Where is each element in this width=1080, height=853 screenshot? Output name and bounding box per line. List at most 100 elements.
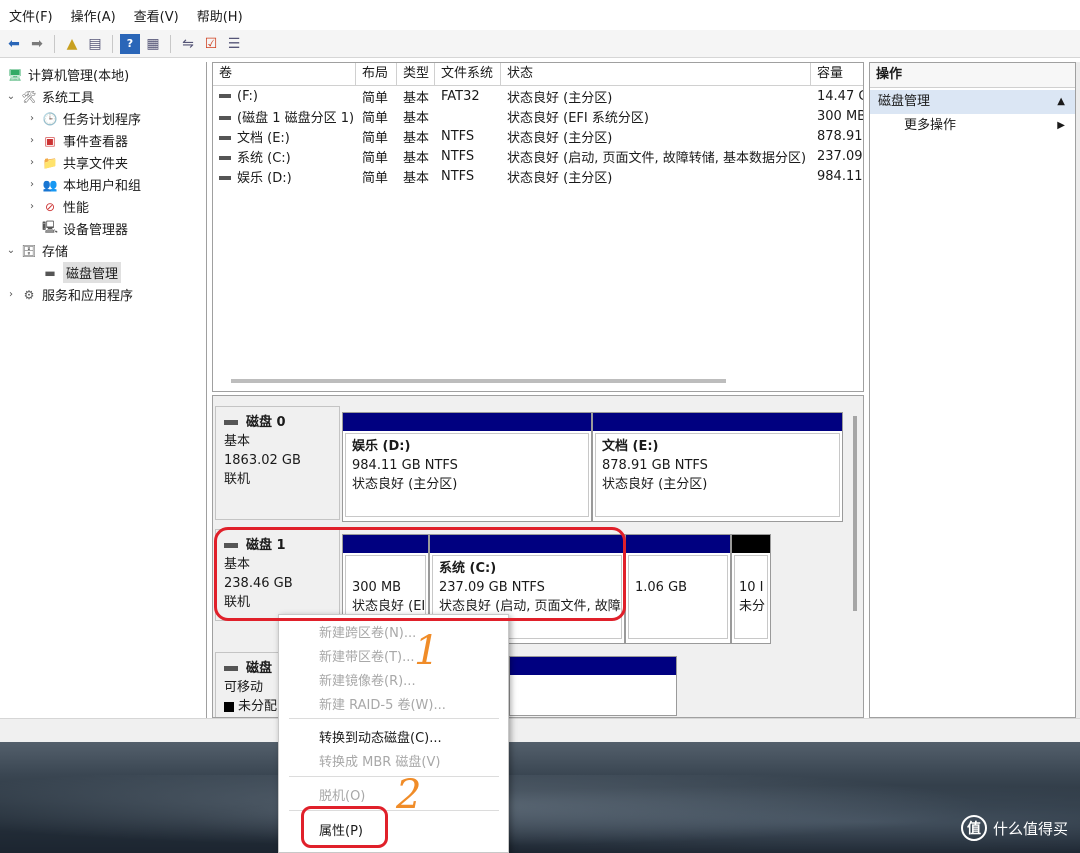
menu-item-new-striped[interactable]: 新建带区卷(T)... [319, 646, 414, 665]
disk-icon [224, 420, 238, 425]
chevron-down-icon[interactable]: ⌄ [4, 245, 18, 256]
chevron-right-icon[interactable]: › [4, 289, 18, 300]
watermark-logo: 值 [960, 815, 987, 841]
annotation-highlight-disk1 [214, 527, 626, 621]
tree-item-task-scheduler[interactable]: › 🕒 任务计划程序 [25, 108, 141, 129]
actions-header: 操作 [870, 63, 1075, 88]
partition-unallocated[interactable]: 10 I 未分 [731, 534, 771, 644]
checklist-icon[interactable]: ☑ [201, 34, 221, 54]
device-manager-icon: 🖳 [42, 220, 59, 234]
tree-item-shared-folders[interactable]: › 📁 共享文件夹 [25, 152, 128, 173]
back-icon[interactable]: ⬅ [4, 34, 24, 54]
vertical-scrollbar[interactable] [853, 416, 857, 611]
partition-removable[interactable] [509, 656, 677, 716]
up-folder-icon[interactable]: ▲ [62, 34, 82, 54]
annotation-highlight-properties [301, 806, 388, 848]
performance-icon: ⊘ [44, 199, 56, 214]
volume-icon [219, 176, 231, 180]
chevron-right-icon[interactable]: › [25, 157, 39, 168]
properties-icon[interactable]: ☰ [224, 34, 244, 54]
tree-item-device-manager[interactable]: 🖳 设备管理器 [39, 218, 128, 239]
clock-icon: 🕒 [42, 111, 58, 126]
table-row[interactable]: 文档 (E:) 简单 基本 NTFS 状态良好 (主分区) 878.91 [213, 126, 863, 146]
menu-item-new-raid5[interactable]: 新建 RAID-5 卷(W)... [319, 694, 446, 713]
annotation-step-1: 1 [414, 628, 440, 674]
column-header-status[interactable]: 状态 [501, 63, 811, 85]
disk-icon [224, 666, 238, 671]
tree-item-event-viewer[interactable]: › ▣ 事件查看器 [25, 130, 128, 151]
column-header-type[interactable]: 类型 [397, 63, 435, 85]
tree-item-services[interactable]: › ⚙ 服务和应用程序 [4, 284, 133, 305]
services-icon: ⚙ [23, 287, 35, 302]
menu-separator [289, 718, 499, 719]
annotation-step-2: 2 [396, 772, 422, 818]
menu-separator [289, 776, 499, 777]
forward-icon[interactable]: ➡ [27, 34, 47, 54]
chevron-down-icon[interactable]: ⌄ [4, 91, 18, 102]
desktop-wallpaper-wave [0, 775, 1080, 853]
right-scrollbar[interactable] [1076, 62, 1080, 718]
watermark-text: 什么值得买 [992, 819, 1068, 838]
menu-view[interactable]: 查看(V) [125, 6, 188, 25]
event-viewer-icon: ▣ [44, 133, 56, 148]
tools-icon: 🛠 [21, 89, 37, 104]
partition-d[interactable]: 娱乐 (D:) 984.11 GB NTFS 状态良好 (主分区) [342, 412, 592, 522]
partition-recovery[interactable]: 1.06 GB [625, 534, 731, 644]
show-hide-tree-icon[interactable]: ▤ [85, 34, 105, 54]
submenu-arrow-icon: ▶ [1057, 120, 1065, 131]
volume-list-header: 卷 布局 类型 文件系统 状态 容量 [213, 63, 863, 86]
storage-icon: 🗄 [21, 243, 37, 258]
menu-item-convert-dynamic[interactable]: 转换到动态磁盘(C)... [319, 727, 442, 746]
menu-help[interactable]: 帮助(H) [188, 6, 252, 25]
menu-item-offline[interactable]: 脱机(O) [319, 785, 365, 804]
menu-file[interactable]: 文件(F) [0, 6, 62, 25]
tree-item-system-tools[interactable]: ⌄ 🛠 系统工具 [4, 86, 94, 107]
connect-icon[interactable]: ⇋ [178, 34, 198, 54]
users-icon: 👥 [42, 177, 58, 192]
unallocated-legend-icon [224, 701, 234, 712]
volume-icon [219, 136, 231, 140]
tree-item-storage[interactable]: ⌄ 🗄 存储 [4, 240, 68, 261]
volume-list: 卷 布局 类型 文件系统 状态 容量 (F:) 简单 基本 FAT32 状态良好… [212, 62, 864, 392]
menu-item-new-spanned[interactable]: 新建跨区卷(N)... [319, 622, 416, 641]
chevron-right-icon[interactable]: › [25, 135, 39, 146]
disk-management-icon: ▬ [44, 265, 56, 280]
computer-management-window: 文件(F) 操作(A) 查看(V) 帮助(H) ⬅ ➡ ▲ ▤ ? ▦ ⇋ ☑ … [0, 0, 1080, 742]
watermark: 值 什么值得买 [960, 815, 1068, 841]
tree-item-disk-management[interactable]: ▬ 磁盘管理 [39, 262, 122, 283]
table-row[interactable]: (磁盘 1 磁盘分区 1) 简单 基本 状态良好 (EFI 系统分区) 300 … [213, 106, 863, 126]
horizontal-scrollbar[interactable] [231, 379, 726, 383]
status-bar [0, 718, 1080, 742]
table-row[interactable]: (F:) 简单 基本 FAT32 状态良好 (主分区) 14.47 G [213, 86, 863, 106]
collapse-up-icon[interactable]: ▲ [1057, 90, 1065, 114]
partition-e[interactable]: 文档 (E:) 878.91 GB NTFS 状态良好 (主分区) [592, 412, 843, 522]
column-header-layout[interactable]: 布局 [356, 63, 397, 85]
more-actions-item[interactable]: 更多操作 ▶ [870, 114, 1075, 138]
volume-icon [219, 156, 231, 160]
column-header-filesystem[interactable]: 文件系统 [435, 63, 501, 85]
computer-management-icon: 🖥 [7, 67, 23, 82]
chevron-right-icon[interactable]: › [25, 179, 39, 190]
navigation-tree: 🖥 计算机管理(本地) ⌄ 🛠 系统工具 › 🕒 任务计划程序 › ▣ 事件查看… [0, 62, 207, 718]
volume-icon [219, 116, 231, 120]
actions-section-disk-management[interactable]: 磁盘管理 ▲ [870, 90, 1075, 114]
table-row[interactable]: 娱乐 (D:) 简单 基本 NTFS 状态良好 (主分区) 984.11 [213, 166, 863, 186]
show-action-pane-icon[interactable]: ▦ [143, 34, 163, 54]
menu-item-new-mirrored[interactable]: 新建镜像卷(R)... [319, 670, 416, 689]
menu-item-convert-mbr[interactable]: 转换成 MBR 磁盘(V) [319, 751, 440, 770]
menu-action[interactable]: 操作(A) [62, 6, 125, 25]
volume-icon [219, 94, 231, 98]
tree-item-performance[interactable]: › ⊘ 性能 [25, 196, 89, 217]
actions-pane: 操作 磁盘管理 ▲ 更多操作 ▶ [869, 62, 1076, 718]
tree-item-root[interactable]: 🖥 计算机管理(本地) [4, 64, 129, 85]
column-header-capacity[interactable]: 容量 [811, 63, 863, 85]
tree-item-local-users[interactable]: › 👥 本地用户和组 [25, 174, 141, 195]
shared-folder-icon: 📁 [42, 155, 58, 170]
chevron-right-icon[interactable]: › [25, 201, 39, 212]
chevron-right-icon[interactable]: › [25, 113, 39, 124]
help-icon[interactable]: ? [120, 33, 140, 54]
disk-0-label[interactable]: 磁盘 0 基本 1863.02 GB 联机 [215, 406, 340, 520]
column-header-volume[interactable]: 卷 [213, 63, 356, 85]
menubar: 文件(F) 操作(A) 查看(V) 帮助(H) [0, 0, 1080, 30]
table-row[interactable]: 系统 (C:) 简单 基本 NTFS 状态良好 (启动, 页面文件, 故障转储,… [213, 146, 863, 166]
